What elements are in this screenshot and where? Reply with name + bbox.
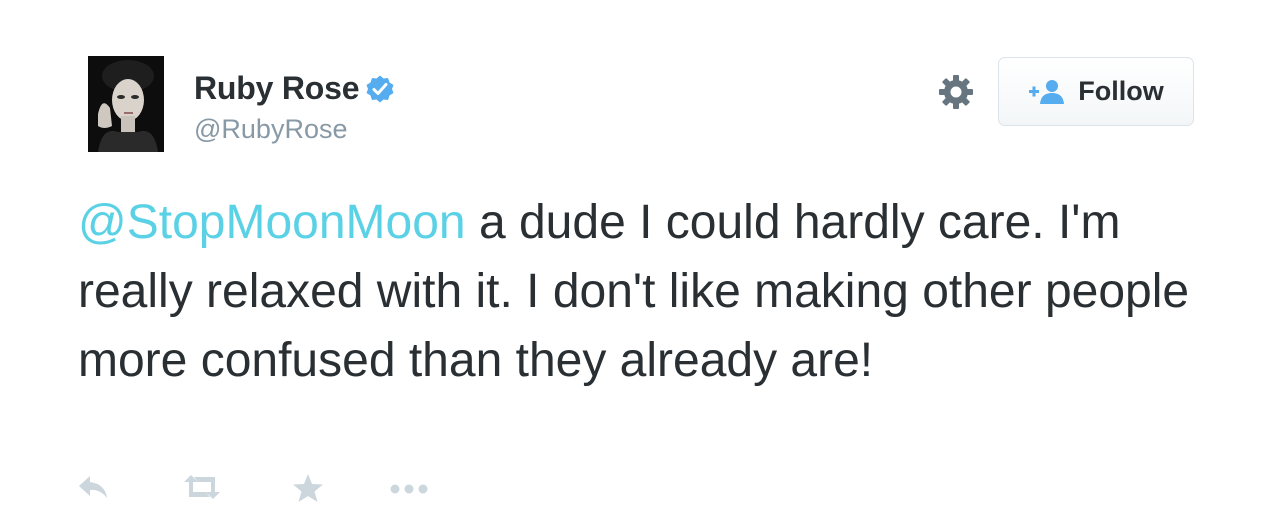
follow-button[interactable]: Follow — [998, 57, 1194, 126]
verified-badge-icon — [365, 74, 395, 104]
retweet-icon[interactable] — [182, 472, 222, 502]
gear-icon[interactable] — [936, 72, 976, 112]
follow-button-label: Follow — [1078, 76, 1164, 106]
reply-icon[interactable] — [76, 472, 110, 502]
more-icon[interactable] — [386, 472, 432, 502]
tweet-text: @StopMoonMoon a dude I could hardly care… — [78, 188, 1228, 395]
user-handle[interactable]: @RubyRose — [194, 114, 347, 145]
favorite-icon[interactable] — [291, 472, 325, 504]
avatar[interactable] — [88, 56, 164, 152]
display-name[interactable]: Ruby Rose — [194, 70, 360, 107]
user-name-row: Ruby Rose — [194, 70, 395, 107]
add-user-icon — [1028, 79, 1066, 105]
mention-link[interactable]: @StopMoonMoon — [78, 196, 466, 249]
